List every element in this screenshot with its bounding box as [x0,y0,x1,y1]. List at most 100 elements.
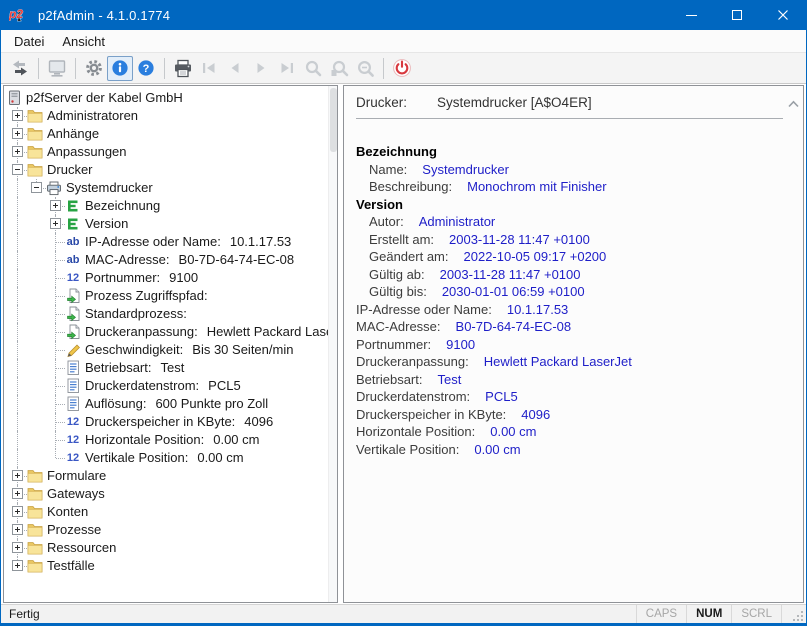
tree-item-konten[interactable]: Konten [4,503,327,521]
tree-item-anh-nge[interactable]: Anhänge [4,125,327,143]
settings-gear-icon [84,58,104,78]
tree-guide-line [17,197,18,215]
expand-plus-icon[interactable] [12,542,23,553]
tree-item-drucker[interactable]: Drucker [4,161,327,179]
menu-bar: DateiAnsicht [1,30,806,52]
detail-row-ge-ndert-am: Geändert am:2022-10-05 09:17 +0200 [356,249,789,267]
tree-item-p2fserver-der-kabel-gmbh[interactable]: p2fServer der Kabel GmbH [4,89,327,107]
tree-item-prozess-zugriffspfad[interactable]: Prozess Zugriffspfad: [4,287,327,305]
tree-guide-line [56,458,65,459]
collapse-minus-icon[interactable] [12,164,23,175]
expand-plus-icon[interactable] [12,524,23,535]
tree-item-label: Auflösung:600 Punkte pro Zoll [85,396,268,411]
settings-gear-button[interactable] [81,56,107,81]
tree-item-label: Druckerspeicher in KByte:4096 [85,414,273,429]
field-label: Vertikale Position: [356,442,459,457]
exit-power-button[interactable] [389,56,415,81]
tree-item-druckeranpassung[interactable]: Druckeranpassung:Hewlett Packard LaserJe… [4,323,327,341]
menu-item-datei[interactable]: Datei [5,32,53,51]
section-title: Version [356,197,403,212]
tree-item-administratoren[interactable]: Administratoren [4,107,327,125]
expand-plus-icon[interactable] [12,488,23,499]
tree-guide-line [17,251,18,269]
pen-icon [65,342,81,358]
minimize-icon [686,15,697,16]
field-value: Test [437,372,461,387]
nav-next-button[interactable] [248,56,274,81]
tree-guide-line [56,422,65,423]
zoom-button[interactable] [300,56,326,81]
tree-item-horizontale-position[interactable]: 12Horizontale Position:0.00 cm [4,431,327,449]
info-button[interactable] [107,56,133,81]
tree-item-betriebsart[interactable]: Betriebsart:Test [4,359,327,377]
tree-item-druckerdatenstrom[interactable]: Druckerdatenstrom:PCL5 [4,377,327,395]
remote-monitor-button[interactable] [44,56,70,81]
tree-guide-line [56,404,65,405]
menu-item-ansicht[interactable]: Ansicht [53,32,114,51]
tree-item-gateways[interactable]: Gateways [4,485,327,503]
expand-plus-icon[interactable] [50,200,61,211]
printer-icon [46,180,62,196]
close-button[interactable] [760,0,806,30]
minimize-button[interactable] [668,0,714,30]
toolbar-separator [75,58,76,79]
tree-item-version[interactable]: Version [4,215,327,233]
app-logo-icon: f p2 [9,5,31,25]
folder-icon [27,540,43,556]
expand-plus-icon[interactable] [12,506,23,517]
nav-prev-icon [226,60,244,76]
tree-scrollbar[interactable] [328,86,337,602]
field-label: Portnummer: [356,337,431,352]
tree-item-label: MAC-Adresse:B0-7D-64-74-EC-08 [85,252,294,267]
tree-item-bezeichnung[interactable]: Bezeichnung [4,197,327,215]
folder-icon [27,486,43,502]
print-button[interactable] [170,56,196,81]
zoom-out-button[interactable] [352,56,378,81]
expand-plus-icon[interactable] [12,470,23,481]
tree-guide-line [56,296,65,297]
zoom-page-button[interactable] [326,56,352,81]
tree-item-ip-adresse-oder-name[interactable]: abIP-Adresse oder Name:10.1.17.53 [4,233,327,251]
resize-grip[interactable] [791,609,804,622]
nav-last-button[interactable] [274,56,300,81]
expand-plus-icon[interactable] [12,128,23,139]
tree-item-standardprozess[interactable]: Standardprozess: [4,305,327,323]
maximize-button[interactable] [714,0,760,30]
field-label: Druckerdatenstrom: [356,389,470,404]
tree-scrollbar-thumb[interactable] [330,88,337,152]
app-window: f p2 p2fAdmin - 4.1.0.1774 DateiAnsicht … [0,0,807,626]
collapse-minus-icon[interactable] [31,182,42,193]
tree-item-anpassungen[interactable]: Anpassungen [4,143,327,161]
tree-item-label: Betriebsart:Test [85,360,184,375]
tree-item-formulare[interactable]: Formulare [4,467,327,485]
transfer-button[interactable] [7,56,33,81]
detail-row-g-ltig-bis: Gültig bis:2030-01-01 06:59 +0100 [356,284,789,302]
tree-item-mac-adresse[interactable]: abMAC-Adresse:B0-7D-64-74-EC-08 [4,251,327,269]
help-button[interactable]: ? [133,56,159,81]
tree-item-testf-lle[interactable]: Testfälle [4,557,327,575]
tree-item-geschwindigkeit[interactable]: Geschwindigkeit:Bis 30 Seiten/min [4,341,327,359]
nav-first-button[interactable] [196,56,222,81]
expand-plus-icon[interactable] [12,110,23,121]
tree-item-ressourcen[interactable]: Ressourcen [4,539,327,557]
expand-plus-icon[interactable] [12,146,23,157]
tree-item-systemdrucker[interactable]: Systemdrucker [4,179,327,197]
detail-row-beschreibung: Beschreibung:Monochrom mit Finisher [356,179,789,197]
detail-row-portnummer: Portnummer:9100 [356,337,789,355]
nav-prev-button[interactable] [222,56,248,81]
expand-plus-icon[interactable] [50,218,61,229]
tree-item-vertikale-position[interactable]: 12Vertikale Position:0.00 cm [4,449,327,467]
tree-item-label: Gateways [47,486,105,501]
tree-item-prozesse[interactable]: Prozesse [4,521,327,539]
field-label: Geändert am: [369,249,449,264]
tree-item-portnummer[interactable]: 12Portnummer:9100 [4,269,327,287]
tree-item-druckerspeicher-in-kbyte[interactable]: 12Druckerspeicher in KByte:4096 [4,413,327,431]
details-scrollbar[interactable] [786,95,800,113]
section-title: Bezeichnung [356,144,437,159]
field-value: 2030-01-01 06:59 +0100 [442,284,585,299]
tree-item-label: Vertikale Position:0.00 cm [85,450,244,465]
expand-plus-icon[interactable] [12,560,23,571]
tree-item-aufl-sung[interactable]: Auflösung:600 Punkte pro Zoll [4,395,327,413]
toolbar-separator [383,58,384,79]
doc-lines-icon [65,396,81,412]
